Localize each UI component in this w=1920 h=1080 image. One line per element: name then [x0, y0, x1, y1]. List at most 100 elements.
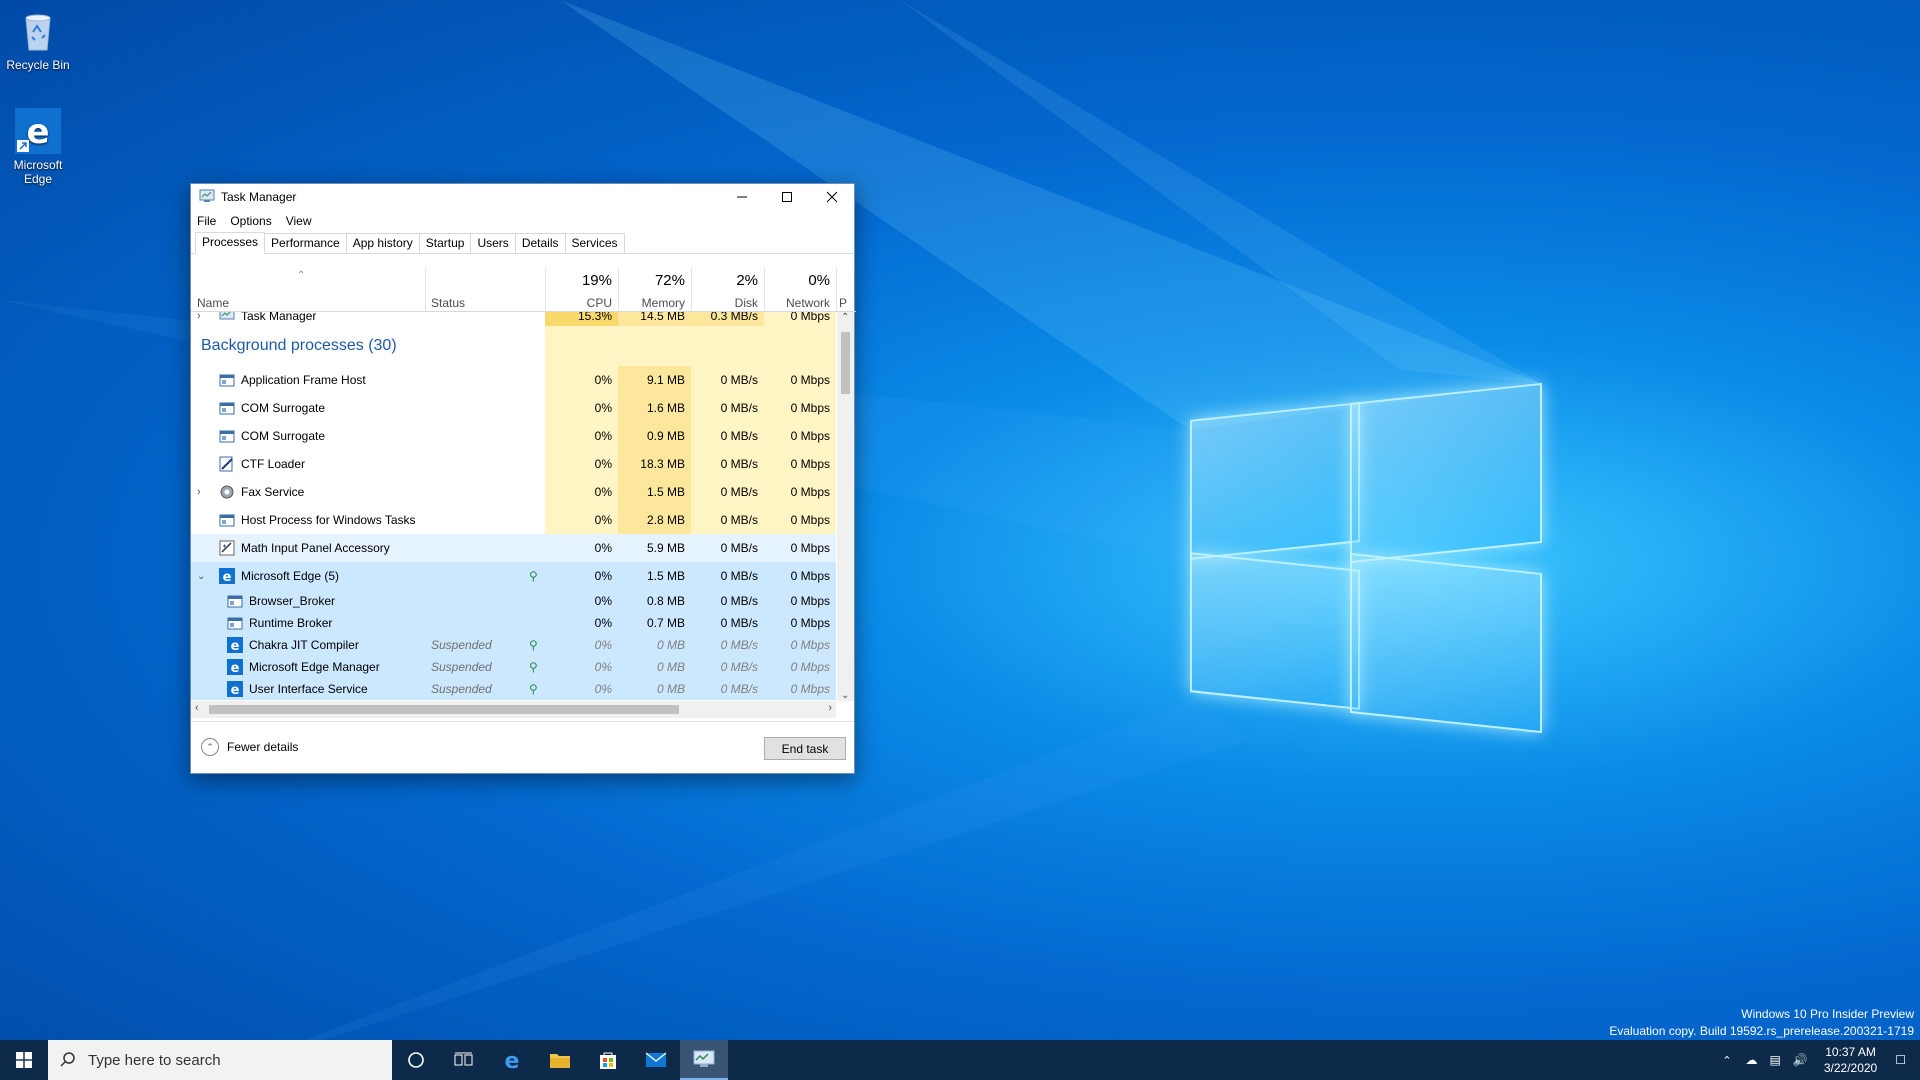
desktop-icon-recycle-bin[interactable]: Recycle Bin	[0, 8, 76, 72]
leaf-icon: ⚲	[529, 660, 538, 674]
column-header-cpu[interactable]: 19% CPU	[545, 268, 618, 312]
network-cell: 0 Mbps	[764, 312, 836, 326]
disk-cell: 0 MB/s	[720, 594, 758, 608]
scrollbar-thumb[interactable]	[841, 332, 850, 394]
desktop-icon-microsoft-edge[interactable]: e Microsoft Edge	[0, 108, 76, 186]
memory-cell: 0.8 MB	[646, 594, 685, 608]
table-row[interactable]: Browser_Broker 0% 0.8 MB 0 MB/s 0 Mbps	[191, 590, 836, 612]
scroll-right-icon[interactable]: ›	[828, 702, 832, 714]
notifications-icon[interactable]: ☐	[1887, 1053, 1920, 1067]
task-manager-window[interactable]: Task Manager File Options View Processes…	[190, 183, 856, 774]
system-tray: ⌃ ☁ ▤ 🔊 10:37 AM 3/22/2020 ☐	[1714, 1040, 1920, 1080]
table-row[interactable]: e Chakra JIT Compiler Suspended ⚲ 0% 0 M…	[191, 634, 836, 656]
column-header-disk[interactable]: 2% Disk	[691, 268, 764, 312]
cpu-cell: 0%	[545, 422, 618, 450]
disk-cell: 0 MB/s	[691, 394, 764, 422]
process-name: User Interface Service	[249, 682, 368, 696]
volume-icon[interactable]: 🔊	[1787, 1053, 1814, 1067]
tab-details[interactable]: Details	[514, 233, 566, 253]
tab-app-history[interactable]: App history	[345, 233, 420, 253]
section-header: Background processes (30)	[191, 326, 836, 366]
process-name: Browser_Broker	[249, 594, 336, 608]
end-task-button[interactable]: End task	[764, 737, 846, 760]
taskbar-mail-button[interactable]	[632, 1040, 680, 1080]
table-row[interactable]: COM Surrogate 0% 0.9 MB 0 MB/s 0 Mbps	[191, 422, 836, 450]
column-header-memory[interactable]: 72% Memory	[618, 268, 691, 312]
menu-view[interactable]: View	[286, 214, 312, 228]
maximize-button[interactable]	[764, 184, 809, 210]
svg-text:e: e	[231, 683, 240, 697]
cpu-cell: 0%	[594, 616, 612, 630]
task-view-button[interactable]	[440, 1040, 488, 1080]
chevron-right-icon[interactable]: ›	[197, 486, 201, 498]
column-header-name[interactable]: ⌃ Name	[191, 268, 425, 312]
tab-startup[interactable]: Startup	[418, 233, 472, 253]
table-row[interactable]: e User Interface Service Suspended ⚲ 0% …	[191, 678, 836, 700]
table-row[interactable]: ⌄ e Microsoft Edge (5) ⚲ 0% 1.5 MB 0 MB/…	[191, 562, 836, 590]
network-cell: 0 Mbps	[764, 450, 836, 478]
table-row[interactable]: Host Process for Windows Tasks 0% 2.8 MB…	[191, 506, 836, 534]
cortana-button[interactable]	[392, 1040, 440, 1080]
table-row[interactable]: › Task Manager 15.3% 14.5 MB 0.3 MB/s 0 …	[191, 312, 836, 326]
memory-cell: 1.6 MB	[618, 394, 691, 422]
process-list: › Task Manager 15.3% 14.5 MB 0.3 MB/s 0 …	[191, 312, 836, 701]
table-row[interactable]: Application Frame Host 0% 9.1 MB 0 MB/s …	[191, 366, 836, 394]
table-row[interactable]: Runtime Broker 0% 0.7 MB 0 MB/s 0 Mbps	[191, 612, 836, 634]
leaf-icon: ⚲	[529, 638, 538, 652]
clock[interactable]: 10:37 AM 3/22/2020	[1814, 1044, 1887, 1076]
column-header-network[interactable]: 0% Network	[764, 268, 836, 312]
chevron-right-icon[interactable]: ›	[197, 312, 201, 322]
close-button[interactable]	[809, 184, 854, 210]
process-name: Math Input Panel Accessory	[241, 541, 390, 555]
edge-icon: e	[227, 659, 243, 676]
network-icon[interactable]: ▤	[1764, 1053, 1787, 1067]
edge-icon: e	[15, 108, 61, 154]
taskbar-task-manager-button[interactable]	[680, 1040, 728, 1080]
svg-text:e: e	[231, 661, 240, 675]
table-row[interactable]: COM Surrogate 0% 1.6 MB 0 MB/s 0 Mbps	[191, 394, 836, 422]
scroll-left-icon[interactable]: ‹	[195, 702, 199, 714]
vertical-scrollbar[interactable]: ⌃ ⌄	[837, 312, 854, 701]
menu-file[interactable]: File	[197, 214, 216, 228]
taskbar-file-explorer-button[interactable]	[536, 1040, 584, 1080]
chevron-down-icon[interactable]: ⌄	[197, 571, 205, 582]
process-name: Microsoft Edge Manager	[249, 660, 380, 674]
scroll-down-icon[interactable]: ⌄	[841, 690, 849, 701]
cpu-cell: 0%	[594, 594, 612, 608]
column-header-status[interactable]: Status	[425, 268, 545, 312]
desktop-icon-label: Microsoft Edge	[13, 158, 63, 186]
network-label: Network	[785, 296, 830, 310]
table-row[interactable]: CTF Loader 0% 18.3 MB 0 MB/s 0 Mbps	[191, 450, 836, 478]
minimize-button[interactable]	[719, 184, 764, 210]
scroll-up-icon[interactable]: ⌃	[841, 312, 849, 323]
search-box[interactable]: Type here to search	[48, 1040, 392, 1080]
start-button[interactable]	[0, 1040, 48, 1080]
column-header-power-partial[interactable]: P	[837, 268, 854, 312]
onedrive-icon[interactable]: ☁	[1740, 1053, 1764, 1067]
process-name: Microsoft Edge (5)	[241, 569, 340, 583]
table-row[interactable]: › Fax Service 0% 1.5 MB 0 MB/s 0 Mbps	[191, 478, 836, 506]
taskbar-store-button[interactable]	[584, 1040, 632, 1080]
process-name: Host Process for Windows Tasks	[241, 513, 416, 527]
scrollbar-thumb[interactable]	[209, 705, 679, 714]
show-hidden-icons-icon[interactable]: ⌃	[1714, 1054, 1739, 1067]
table-row[interactable]: e Microsoft Edge Manager Suspended ⚲ 0% …	[191, 656, 836, 678]
tab-services[interactable]: Services	[564, 233, 625, 253]
network-cell: 0 Mbps	[790, 616, 830, 630]
taskbar-edge-button[interactable]: e	[488, 1040, 536, 1080]
menu-options[interactable]: Options	[230, 214, 271, 228]
process-name: Chakra JIT Compiler	[249, 638, 359, 652]
recycle-bin-icon	[15, 8, 61, 54]
memory-cell: 1.5 MB	[618, 478, 691, 506]
horizontal-scrollbar[interactable]: ‹ ›	[191, 701, 836, 718]
tab-performance[interactable]: Performance	[264, 233, 347, 253]
tab-users[interactable]: Users	[470, 233, 516, 253]
store-icon	[600, 1052, 616, 1069]
title-bar[interactable]: Task Manager	[191, 184, 854, 210]
disk-cell: 0 MB/s	[691, 450, 764, 478]
table-row[interactable]: Math Input Panel Accessory 0% 5.9 MB 0 M…	[191, 534, 836, 562]
fewer-details-button[interactable]: ⌃ Fewer details	[201, 738, 298, 756]
process-name: COM Surrogate	[241, 401, 326, 415]
tab-processes[interactable]: Processes	[195, 232, 266, 254]
network-cell: 0 Mbps	[764, 506, 836, 534]
